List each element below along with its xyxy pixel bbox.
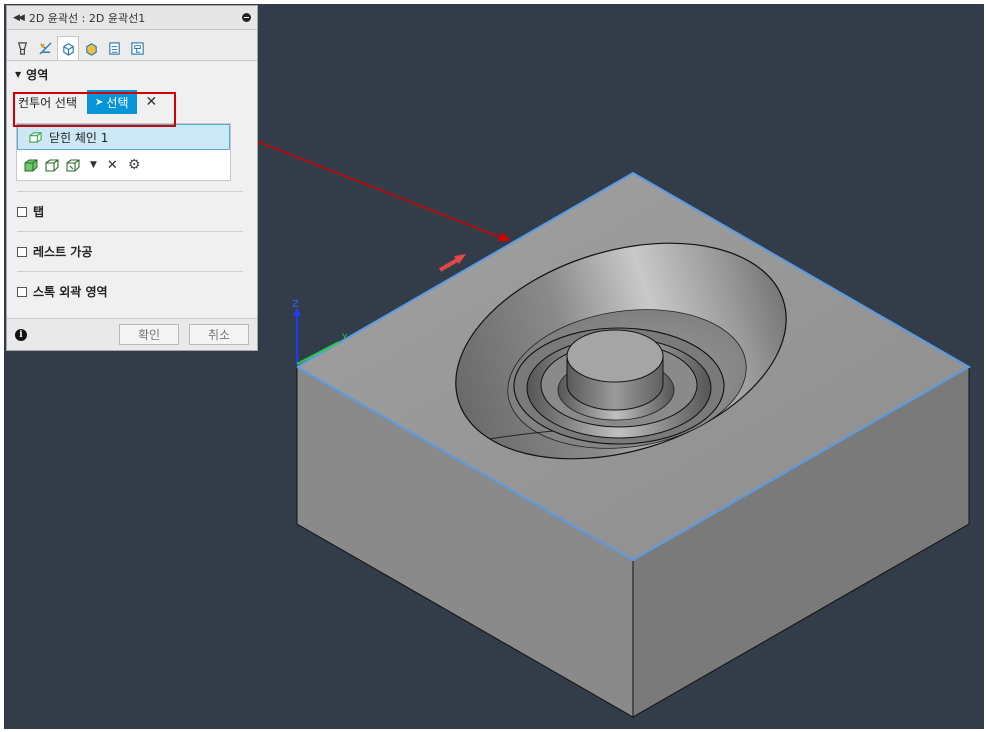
cursor-icon: ➤ <box>95 96 104 108</box>
contour-selection-row: 컨투어 선택 ➤ 선택 ✕ <box>13 87 257 117</box>
tab-tool[interactable] <box>11 36 33 60</box>
chain-tool-3[interactable] <box>65 158 81 173</box>
heights-icon <box>62 43 74 56</box>
chain-remove-icon[interactable]: ✕ <box>107 158 118 173</box>
info-icon[interactable]: i <box>15 328 27 341</box>
dialog-footer: i 확인 취소 <box>7 318 257 350</box>
tabs-checkbox-row[interactable]: 탭 <box>7 192 257 231</box>
dialog-tabs <box>7 30 257 61</box>
stock-contours-checkbox[interactable] <box>17 286 27 297</box>
chain-list-item[interactable]: 닫힌 체인 1 <box>17 124 230 150</box>
tabs-label: 탭 <box>33 205 45 219</box>
rest-machining-checkbox[interactable] <box>17 246 27 257</box>
tab-simulation[interactable] <box>126 36 148 60</box>
tool-icon <box>17 42 27 55</box>
tab-geometry[interactable] <box>34 36 56 60</box>
stock-contours-label: 스톡 외곽 영역 <box>33 285 108 299</box>
chain-open-icon <box>66 158 80 172</box>
gear-icon[interactable]: ⚙ <box>128 157 141 173</box>
linking-icon <box>108 42 120 55</box>
rest-machining-label: 레스트 가공 <box>33 245 93 259</box>
chain-tool-1[interactable] <box>23 158 39 173</box>
dialog-title: 2D 윤곽선 : 2D 윤곽선1 <box>28 11 146 25</box>
boss-top <box>566 329 664 383</box>
select-button-label: 선택 <box>106 95 129 110</box>
z-axis-label: Z <box>292 299 299 310</box>
rest-machining-checkbox-row[interactable]: 레스트 가공 <box>7 232 257 271</box>
tab-heights[interactable] <box>57 36 79 60</box>
expand-icon: ▼ <box>15 69 22 79</box>
chain-list: 닫힌 체인 1 ▼ ✕ ⚙ <box>16 123 231 181</box>
chain-toolbar: ▼ ✕ ⚙ <box>17 150 230 180</box>
y-axis-label: Y <box>341 333 348 343</box>
tab-linking[interactable] <box>103 36 125 60</box>
stock-contours-checkbox-row[interactable]: 스톡 외곽 영역 <box>7 272 257 311</box>
collapse-icon[interactable]: ◀◀ <box>13 13 25 23</box>
contour-dialog: ◀◀ 2D 윤곽선 : 2D 윤곽선1 ▼ 영역 컨투어 선택 ➤ 선택 ✕ 닫… <box>6 5 258 351</box>
cancel-button[interactable]: 취소 <box>189 324 249 345</box>
tab-passes[interactable] <box>80 36 102 60</box>
section-area-header[interactable]: ▼ 영역 <box>7 61 257 87</box>
section-area-title: 영역 <box>26 67 49 82</box>
ok-button[interactable]: 확인 <box>119 324 179 345</box>
chain-tool-2[interactable] <box>44 158 60 173</box>
passes-icon <box>85 43 97 56</box>
clear-selection-button[interactable]: ✕ <box>146 94 158 110</box>
simulation-icon <box>130 42 144 55</box>
closed-chain-icon <box>29 131 42 143</box>
chain-item-label: 닫힌 체인 1 <box>49 130 109 145</box>
chain-solid-icon <box>24 159 38 171</box>
options-icon[interactable] <box>242 13 251 22</box>
contour-selection-label: 컨투어 선택 <box>18 95 78 110</box>
direction-arrow <box>438 257 461 272</box>
geometry-icon <box>38 42 52 55</box>
tabs-checkbox[interactable] <box>17 206 27 217</box>
dialog-titlebar[interactable]: ◀◀ 2D 윤곽선 : 2D 윤곽선1 <box>7 6 257 30</box>
chain-dropdown-icon[interactable]: ▼ <box>90 160 97 170</box>
chain-outline-icon <box>45 158 59 172</box>
select-button[interactable]: ➤ 선택 <box>87 90 137 114</box>
